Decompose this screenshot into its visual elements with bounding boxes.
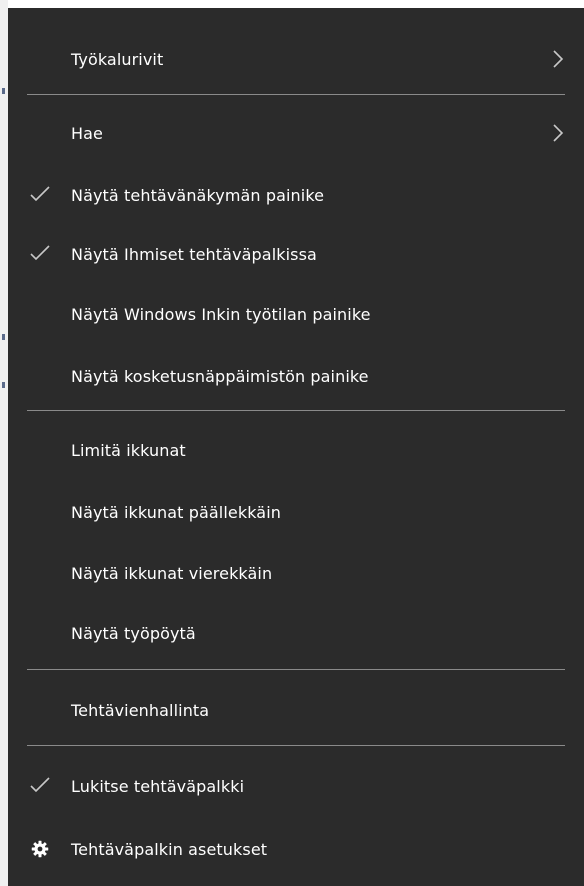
menu-item-stack-windows[interactable]: Näytä ikkunat päällekkäin [8, 483, 584, 541]
menu-item-show-desktop[interactable]: Näytä työpöytä [8, 604, 584, 662]
menu-item-toolbars[interactable]: Työkalurivit [8, 30, 584, 88]
menu-separator [27, 410, 565, 411]
menu-item-search[interactable]: Hae [8, 104, 584, 162]
menu-item-label: Tehtävienhallinta [71, 700, 210, 720]
chevron-right-icon [553, 50, 564, 68]
menu-item-label: Näytä kosketusnäppäimistön painike [71, 366, 369, 386]
background-mark [2, 334, 5, 340]
menu-item-label: Näytä ikkunat vierekkäin [71, 563, 273, 583]
menu-item-taskbar-settings[interactable]: Tehtäväpalkin asetukset [8, 820, 584, 878]
menu-item-show-touch-keyboard-button[interactable]: Näytä kosketusnäppäimistön painike [8, 347, 584, 405]
menu-item-label: Näytä tehtävänäkymän painike [71, 185, 325, 205]
menu-item-show-windows-ink-button[interactable]: Näytä Windows Inkin työtilan painike [8, 285, 584, 343]
menu-item-lock-taskbar[interactable]: Lukitse tehtäväpalkki [8, 757, 584, 815]
menu-separator [27, 94, 565, 95]
menu-item-label: Näytä ikkunat päällekkäin [71, 502, 281, 522]
menu-item-label: Näytä Ihmiset tehtäväpalkissa [71, 244, 317, 264]
chevron-right-icon [553, 124, 564, 142]
menu-item-label: Lukitse tehtäväpalkki [71, 776, 245, 796]
menu-item-show-task-view-button[interactable]: Näytä tehtävänäkymän painike [8, 166, 584, 224]
menu-item-label: Näytä työpöytä [71, 623, 196, 643]
background-mark [2, 382, 5, 388]
menu-item-label: Hae [71, 123, 103, 143]
menu-item-side-by-side-windows[interactable]: Näytä ikkunat vierekkäin [8, 544, 584, 602]
checkmark-icon [30, 186, 50, 202]
menu-item-task-manager[interactable]: Tehtävienhallinta [8, 681, 584, 739]
gear-icon [31, 840, 49, 858]
taskbar-context-menu: Työkalurivit Hae Näytä tehtävänäkymän pa… [8, 8, 584, 886]
checkmark-icon [30, 777, 50, 793]
menu-item-show-people[interactable]: Näytä Ihmiset tehtäväpalkissa [8, 225, 584, 283]
menu-separator [27, 669, 565, 670]
menu-item-label: Limitä ikkunat [71, 440, 186, 460]
menu-item-label: Näytä Windows Inkin työtilan painike [71, 304, 371, 324]
checkmark-icon [30, 245, 50, 261]
background-strip [0, 0, 8, 886]
background-mark [2, 88, 5, 94]
menu-item-cascade-windows[interactable]: Limitä ikkunat [8, 421, 584, 479]
menu-item-label: Työkalurivit [71, 49, 164, 69]
menu-separator [27, 745, 565, 746]
menu-item-label: Tehtäväpalkin asetukset [71, 839, 268, 859]
